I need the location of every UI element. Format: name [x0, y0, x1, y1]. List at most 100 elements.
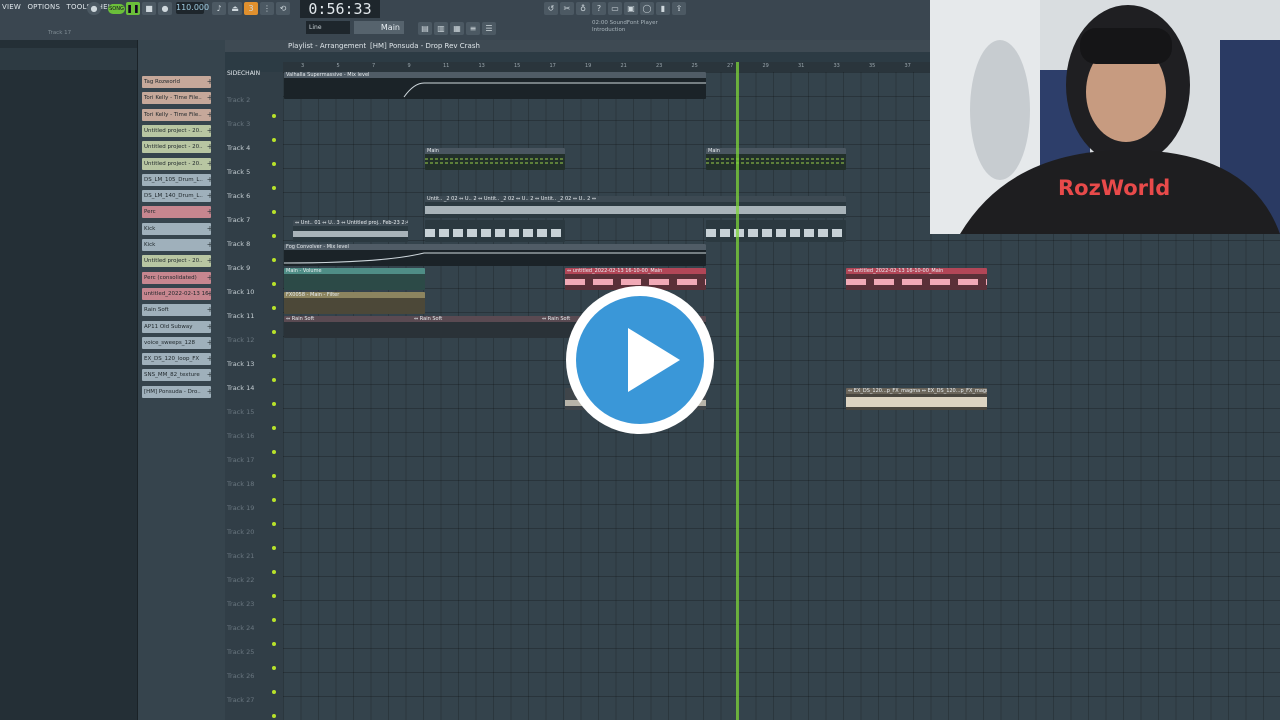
tempo-display[interactable]: 110.000 — [176, 2, 209, 14]
playlist-pattern-name[interactable]: [HM] Ponsuda - Drop Rev Crash — [370, 40, 480, 52]
audio-clip-untitled[interactable]: ⇔ Unt.. 01 ⇔ U.. 3 ⇔ Untitled proj.. Feb… — [293, 220, 408, 242]
record-mode-icon[interactable]: ● — [87, 2, 101, 15]
track-enable-led[interactable] — [272, 354, 276, 358]
track-label[interactable]: Track 14 — [227, 384, 277, 392]
video-play-button[interactable] — [566, 286, 714, 434]
track-label[interactable]: Track 10 — [227, 288, 277, 296]
song-mode-toggle[interactable]: SONG — [108, 4, 125, 14]
channel-item[interactable]: SNS_MM_82_texture + — [142, 369, 211, 382]
add-channel-icon[interactable]: + — [206, 255, 211, 267]
add-channel-icon[interactable]: + — [206, 141, 211, 153]
news-icon[interactable]: ▮ — [656, 2, 670, 15]
browser-icon[interactable]: ☰ — [482, 22, 496, 35]
pattern-select[interactable]: Main — [354, 21, 404, 34]
add-channel-icon[interactable]: + — [206, 125, 211, 137]
automation-clip-fog[interactable]: Fog Convolver - Mix level — [284, 244, 706, 266]
add-channel-icon[interactable]: + — [206, 272, 211, 284]
track-enable-led[interactable] — [272, 306, 276, 310]
track-label[interactable]: Track 15 — [227, 408, 277, 416]
audio-clip-perc-1[interactable] — [425, 220, 565, 242]
track-enable-led[interactable] — [272, 666, 276, 670]
automation-clip-volume[interactable]: Main - Volume — [284, 268, 425, 290]
add-channel-icon[interactable]: + — [206, 223, 211, 235]
track-enable-led[interactable] — [272, 498, 276, 502]
wait-icon[interactable]: ⏏ — [228, 2, 242, 15]
add-channel-icon[interactable]: + — [206, 288, 211, 300]
track-label[interactable]: Track 9 — [227, 264, 277, 272]
timeline-ruler[interactable]: 3 5 7 9 11 13 15 17 19 21 23 25 27 29 31 33 35 37 — [283, 62, 930, 72]
add-channel-icon[interactable]: + — [206, 190, 211, 202]
track-enable-led[interactable] — [272, 186, 276, 190]
track-label[interactable]: Track 5 — [227, 168, 277, 176]
mixer-icon[interactable]: ≡ — [466, 22, 480, 35]
track-enable-led[interactable] — [272, 450, 276, 454]
channel-item[interactable]: Perc + — [142, 206, 211, 219]
track-label[interactable]: Track 18 — [227, 480, 277, 488]
undo-icon[interactable]: ↺ — [544, 2, 558, 15]
track-enable-led[interactable] — [272, 402, 276, 406]
folder-icon[interactable]: ▭ — [608, 2, 622, 15]
playlist-icon[interactable]: ▤ — [418, 22, 432, 35]
track-label[interactable]: Track 21 — [227, 552, 277, 560]
channel-item[interactable]: Perc (consolidated) + — [142, 271, 211, 284]
snap-select[interactable]: Line — [306, 21, 350, 34]
playhead-marker[interactable] — [736, 62, 739, 720]
time-display[interactable]: 0:56:33 — [300, 0, 380, 18]
track-enable-led[interactable] — [272, 594, 276, 598]
audio-clip-fx-magma[interactable]: ⇔ EX_DS_120...p_FX_magma ⇔ EX_DS_120...p… — [846, 388, 987, 410]
stop-button[interactable]: ■ — [142, 2, 156, 15]
disk-icon[interactable]: ▣ — [624, 2, 638, 15]
add-channel-icon[interactable]: + — [206, 76, 211, 88]
channel-item[interactable]: Untitled project - 20.. + — [142, 157, 211, 170]
track-enable-led[interactable] — [272, 282, 276, 286]
add-channel-icon[interactable]: + — [206, 206, 211, 218]
track-enable-led[interactable] — [272, 570, 276, 574]
channel-item[interactable]: Tag Rozworld + — [142, 76, 211, 88]
step-edit-icon[interactable]: ⋮ — [260, 2, 274, 15]
sidechain-label[interactable]: SIDECHAIN — [227, 70, 260, 77]
channel-item[interactable]: Kick + — [142, 222, 211, 235]
track-label[interactable]: Track 25 — [227, 648, 277, 656]
channel-rack-icon[interactable]: ▦ — [450, 22, 464, 35]
track-label[interactable]: Track 12 — [227, 336, 277, 344]
channel-item[interactable]: AP11 Old Subway + — [142, 320, 211, 333]
channel-item[interactable]: Kick + — [142, 239, 211, 251]
track-label[interactable]: Track 11 — [227, 312, 277, 320]
add-channel-icon[interactable]: + — [206, 386, 211, 398]
track-enable-led[interactable] — [272, 114, 276, 118]
track-label[interactable]: Track 13 — [227, 360, 277, 368]
track-enable-led[interactable] — [272, 522, 276, 526]
channel-item[interactable]: voice_sweeps_128 + — [142, 336, 211, 349]
record-button[interactable]: ● — [158, 2, 172, 15]
add-channel-icon[interactable]: + — [206, 321, 211, 333]
channel-item[interactable]: [HM] Ponsuda - Dro.. + — [142, 385, 211, 398]
chat-icon[interactable]: ◯ — [640, 2, 654, 15]
track-enable-led[interactable] — [272, 474, 276, 478]
share-icon[interactable]: ⇪ — [672, 2, 686, 15]
channel-item[interactable]: Untitled project - 20.. + — [142, 141, 211, 154]
pattern-clip-main-2[interactable]: Main — [706, 148, 846, 170]
menu-view[interactable]: VIEW — [2, 3, 21, 11]
track-enable-led[interactable] — [272, 138, 276, 142]
channel-item[interactable]: Tori Kelly - Time File.. + — [142, 108, 211, 121]
add-channel-icon[interactable]: + — [206, 158, 211, 170]
track-enable-led[interactable] — [272, 618, 276, 622]
track-enable-led[interactable] — [272, 210, 276, 214]
channel-item[interactable]: EX_DS_120_loop_FX + — [142, 353, 211, 366]
add-channel-icon[interactable]: + — [206, 337, 211, 349]
piano-roll-icon[interactable]: ▥ — [434, 22, 448, 35]
channel-item[interactable]: untitled_2022-02-13 16 + — [142, 287, 211, 300]
track-enable-led[interactable] — [272, 426, 276, 430]
channel-item[interactable]: Rain Soft + — [142, 304, 211, 317]
track-label[interactable]: Track 27 — [227, 696, 277, 704]
track-label[interactable]: Track 20 — [227, 528, 277, 536]
add-channel-icon[interactable]: + — [206, 369, 211, 381]
track-enable-led[interactable] — [272, 714, 276, 718]
track-label[interactable]: Track 26 — [227, 672, 277, 680]
track-label[interactable]: Track 6 — [227, 192, 277, 200]
track-label[interactable]: Track 7 — [227, 216, 277, 224]
channel-item[interactable]: Untitled project - 20.. + — [142, 255, 211, 268]
add-channel-icon[interactable]: + — [206, 353, 211, 365]
track-label[interactable]: Track 16 — [227, 432, 277, 440]
track-label[interactable]: Track 19 — [227, 504, 277, 512]
